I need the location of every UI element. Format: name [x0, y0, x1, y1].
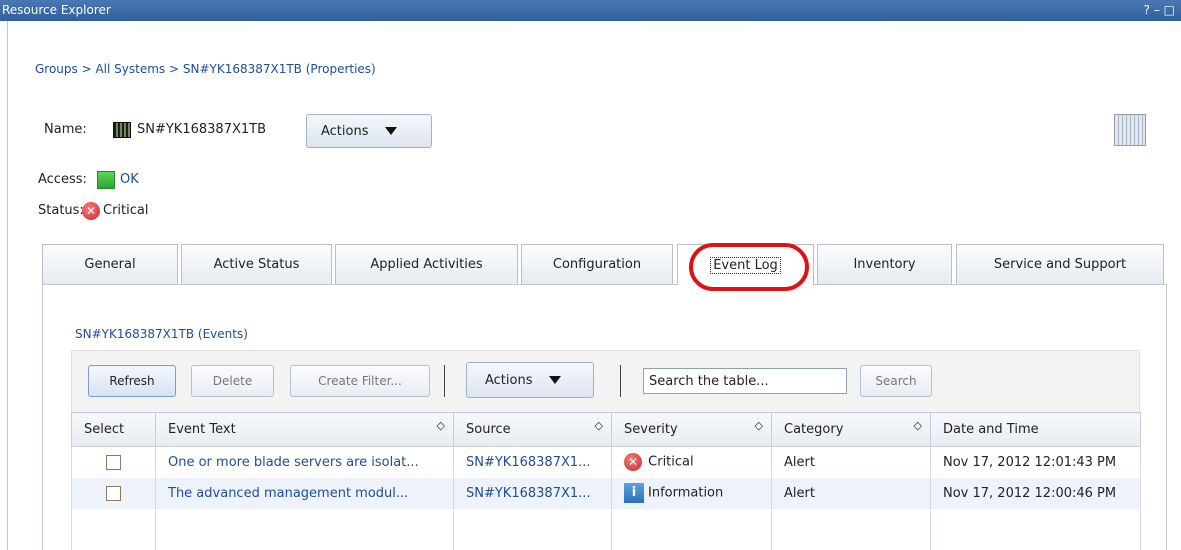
- events-title[interactable]: SN#YK168387X1TB (Events): [75, 327, 248, 341]
- breadcrumb[interactable]: Groups > All Systems > SN#YK168387X1TB (…: [35, 62, 376, 76]
- table-actions-dropdown[interactable]: Actions: [466, 362, 594, 398]
- sort-icon[interactable]: ◇: [755, 420, 763, 431]
- tab-configuration[interactable]: Configuration: [521, 244, 673, 284]
- toolbar-separator: [444, 365, 445, 397]
- tab-label: Configuration: [552, 257, 642, 272]
- status-label: Status:: [38, 203, 84, 218]
- search-input[interactable]: [643, 368, 847, 394]
- tab-active-status[interactable]: Active Status: [181, 244, 332, 284]
- table-row[interactable]: The advanced management modul... SN#YK16…: [71, 477, 1141, 509]
- tab-service-and-support[interactable]: Service and Support: [956, 244, 1164, 284]
- tab-label: Service and Support: [993, 257, 1127, 272]
- row-checkbox[interactable]: [106, 485, 121, 501]
- date-time-cell: Nov 17, 2012 12:00:46 PM: [930, 477, 1141, 509]
- column-header-source[interactable]: Source ◇: [453, 412, 612, 447]
- category-cell: Alert: [771, 446, 931, 478]
- source-link[interactable]: SN#YK168387X1...: [453, 477, 612, 509]
- sort-icon[interactable]: ◇: [437, 420, 445, 431]
- tab-label: Active Status: [213, 257, 300, 272]
- access-label: Access:: [38, 172, 87, 187]
- table-view-icon[interactable]: [1114, 114, 1146, 146]
- severity-cell: i Information: [611, 477, 772, 509]
- refresh-button[interactable]: Refresh: [88, 365, 176, 397]
- actions-dropdown[interactable]: Actions: [306, 114, 432, 148]
- toolbar-separator: [620, 365, 621, 397]
- delete-button[interactable]: Delete: [191, 365, 274, 397]
- highlight-circle: [689, 243, 809, 291]
- date-time-cell: Nov 17, 2012 12:01:43 PM: [930, 446, 1141, 478]
- column-header-select: Select: [71, 412, 156, 447]
- information-icon: i: [624, 483, 644, 503]
- tab-applied-activities[interactable]: Applied Activities: [335, 244, 518, 284]
- create-filter-button[interactable]: Create Filter...: [290, 365, 430, 397]
- name-value: SN#YK168387X1TB: [137, 122, 266, 137]
- category-cell: Alert: [771, 477, 931, 509]
- events-table: Select Event Text ◇ Source ◇ Severity ◇ Cat…: [71, 412, 1141, 550]
- column-header-event-text[interactable]: Event Text ◇: [155, 412, 454, 447]
- event-text-link[interactable]: The advanced management modul...: [155, 477, 454, 509]
- row-checkbox[interactable]: [106, 454, 121, 470]
- critical-icon: ✕: [624, 453, 642, 472]
- actions-label: Actions: [321, 123, 369, 139]
- tab-label: Applied Activities: [370, 257, 483, 272]
- search-button[interactable]: Search: [860, 365, 932, 397]
- severity-cell: ✕ Critical: [611, 446, 772, 478]
- table-row[interactable]: One or more blade servers are isolat... …: [71, 446, 1141, 478]
- column-header-date-time[interactable]: Date and Time: [930, 412, 1141, 447]
- table-header-row: Select Event Text ◇ Source ◇ Severity ◇ Cat…: [71, 412, 1141, 447]
- tab-label: Inventory: [853, 257, 916, 272]
- ok-status-icon: [97, 171, 115, 189]
- window-title-bar: Resource Explorer ? – □: [0, 0, 1181, 21]
- severity-label: Critical: [648, 454, 694, 470]
- sort-icon[interactable]: ◇: [595, 420, 603, 431]
- critical-icon: ✕: [82, 202, 100, 220]
- name-label: Name:: [44, 122, 87, 137]
- tab-general[interactable]: General: [42, 244, 178, 284]
- chassis-icon: [113, 122, 131, 138]
- panel-border: [7, 21, 8, 550]
- table-row-empty: [71, 508, 1141, 550]
- window-controls[interactable]: ? – □: [1144, 0, 1175, 21]
- severity-label: Information: [648, 485, 724, 501]
- chevron-down-icon: [548, 376, 561, 384]
- column-header-severity[interactable]: Severity ◇: [611, 412, 772, 447]
- sort-icon[interactable]: ◇: [914, 420, 922, 431]
- column-header-category[interactable]: Category ◇: [771, 412, 931, 447]
- chevron-down-icon: [384, 127, 397, 135]
- tab-inventory[interactable]: Inventory: [817, 244, 952, 284]
- event-text-link[interactable]: One or more blade servers are isolat...: [155, 446, 454, 478]
- access-value[interactable]: OK: [120, 172, 139, 187]
- actions-label: Actions: [485, 372, 533, 388]
- source-link[interactable]: SN#YK168387X1...: [453, 446, 612, 478]
- status-value: Critical: [103, 203, 149, 218]
- window-title: Resource Explorer: [2, 3, 111, 17]
- tab-label: General: [84, 257, 136, 272]
